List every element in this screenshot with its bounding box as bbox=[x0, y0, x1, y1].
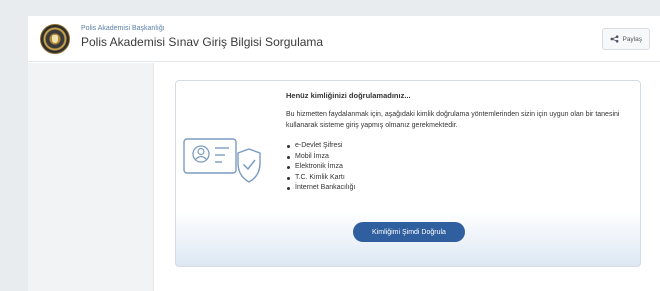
verify-identity-button[interactable]: Kimliğimi Şimdi Doğrula bbox=[353, 222, 465, 242]
page-frame: Polis Akademisi Başkanlığı Polis Akademi… bbox=[28, 16, 660, 291]
list-item: T.C. Kimlik Kartı bbox=[286, 173, 636, 184]
list-item: İnternet Bankacılığı bbox=[286, 183, 636, 194]
emblem-logo bbox=[40, 24, 70, 54]
card-heading: Henüz kimliğinizi doğrulamadınız... bbox=[286, 91, 411, 100]
institution-name[interactable]: Polis Akademisi Başkanlığı bbox=[81, 25, 165, 32]
verification-methods-list: e-Devlet Şifresi Mobil İmza Elektronik İ… bbox=[286, 141, 636, 194]
list-item: Elektronik İmza bbox=[286, 162, 636, 173]
page-title: Polis Akademisi Sınav Giriş Bilgisi Sorg… bbox=[81, 35, 324, 49]
card-text: Henüz kimliğinizi doğrulamadınız... Bu h… bbox=[286, 91, 636, 194]
list-item: e-Devlet Şifresi bbox=[286, 141, 636, 152]
main-content: Henüz kimliğinizi doğrulamadınız... Bu h… bbox=[154, 63, 660, 291]
verification-card: Henüz kimliğinizi doğrulamadınız... Bu h… bbox=[175, 80, 641, 267]
share-button[interactable]: Paylaş bbox=[602, 28, 650, 50]
id-card-shield-icon bbox=[183, 138, 261, 183]
list-item: Mobil İmza bbox=[286, 152, 636, 163]
share-icon bbox=[611, 35, 619, 43]
card-description: Bu hizmetten faydalanmak için, aşağıdaki… bbox=[286, 111, 620, 129]
page-header: Polis Akademisi Başkanlığı Polis Akademi… bbox=[28, 16, 660, 62]
sidebar bbox=[28, 63, 154, 291]
share-label: Paylaş bbox=[622, 35, 642, 43]
